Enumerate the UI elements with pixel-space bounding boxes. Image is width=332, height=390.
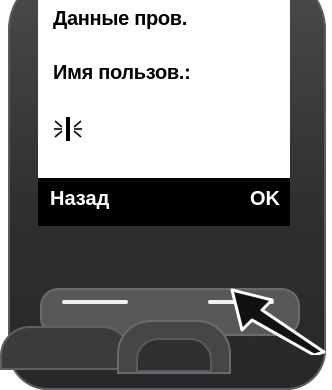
pointer-arrow-icon [230, 288, 326, 355]
softkey-bar: Назад OK [38, 178, 290, 226]
display-screen: Данные пров. Имя пользов.: Назад OK [38, 0, 290, 226]
talk-key[interactable] [0, 326, 132, 370]
control-key-center[interactable] [136, 338, 212, 372]
back-softkey-label[interactable]: Назад [50, 188, 109, 211]
ok-softkey-label[interactable]: OK [250, 188, 280, 211]
left-softkey-button[interactable] [62, 300, 128, 304]
screen-title: Данные пров. [53, 8, 188, 30]
text-cursor-icon [54, 117, 82, 141]
username-label: Имя пользов.: [53, 62, 191, 84]
